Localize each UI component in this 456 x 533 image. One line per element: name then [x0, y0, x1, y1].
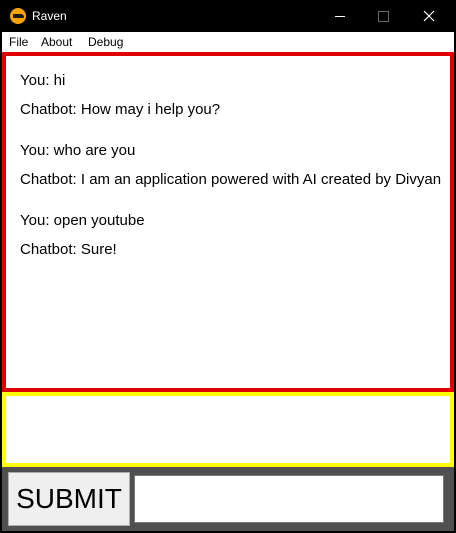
chat-message-bot: Chatbot: I am an application powered wit… — [20, 171, 442, 188]
menu-debug[interactable]: Debug — [88, 32, 123, 52]
menu-file[interactable]: File — [9, 32, 28, 52]
chat-message-bot: Chatbot: Sure! — [20, 241, 117, 258]
close-icon — [423, 10, 435, 22]
submit-button[interactable]: SUBMIT — [8, 472, 130, 526]
message-text-area[interactable] — [2, 392, 454, 467]
bottom-bar: SUBMIT — [2, 467, 454, 531]
maximize-button[interactable] — [360, 0, 406, 32]
window-title: Raven — [32, 9, 67, 23]
menu-about[interactable]: About — [41, 32, 72, 52]
minimize-button[interactable] — [317, 0, 363, 32]
chat-message-user: You: open youtube — [20, 212, 145, 229]
close-button[interactable] — [406, 0, 452, 32]
chat-message-bot: Chatbot: How may i help you? — [20, 101, 221, 118]
app-window: Raven File About Debug You: hi Chatbot: … — [0, 0, 456, 533]
raven-app-icon — [10, 8, 26, 24]
entry-field[interactable] — [134, 475, 444, 523]
client-area: You: hi Chatbot: How may i help you? You… — [2, 52, 454, 531]
title-bar[interactable]: Raven — [0, 0, 456, 32]
chat-message-user: You: hi — [20, 72, 66, 89]
chat-message-user: You: who are you — [20, 142, 136, 159]
chat-log[interactable]: You: hi Chatbot: How may i help you? You… — [2, 52, 454, 392]
chat-messages: You: hi Chatbot: How may i help you? You… — [20, 70, 441, 260]
menu-bar: File About Debug — [2, 32, 454, 52]
